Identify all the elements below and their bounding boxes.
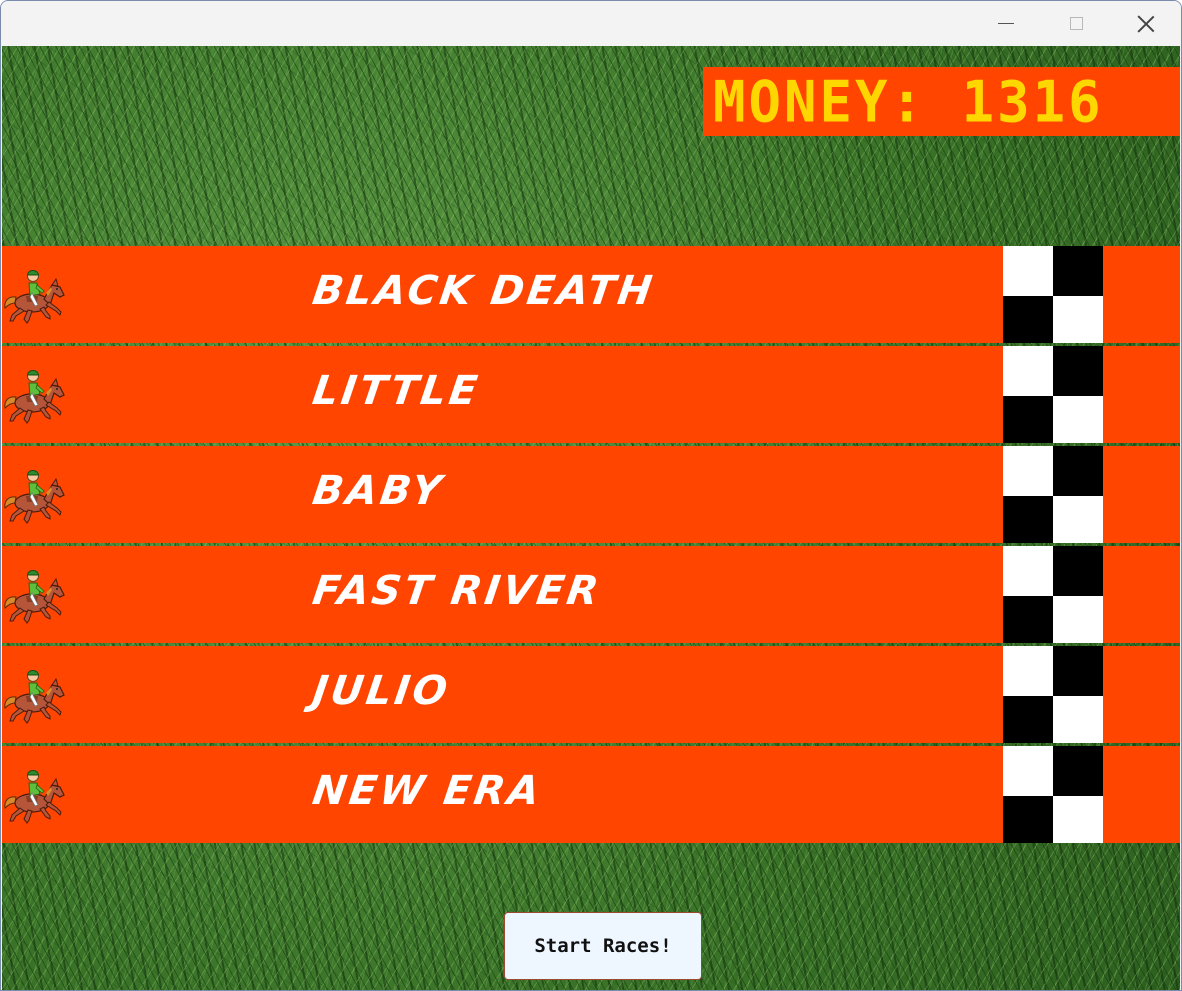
money-panel: MONEY: 1316 [703, 67, 1180, 136]
checker-square [1053, 396, 1103, 443]
checker-square [1003, 696, 1053, 743]
app-window: MONEY: 1316 BLACK DEATH LITTLE BABY FAST… [0, 0, 1182, 991]
checker-square [1053, 696, 1103, 743]
minimize-icon [998, 23, 1014, 24]
finish-line [1003, 746, 1103, 843]
horse-racing-icon [2, 263, 68, 329]
horse-name: LITTLE [309, 368, 483, 414]
checker-square [1003, 546, 1053, 596]
checker-square [1003, 646, 1053, 696]
checker-square [1053, 746, 1103, 796]
maximize-button[interactable] [1041, 1, 1111, 46]
grass-field: MONEY: 1316 BLACK DEATH LITTLE BABY FAST… [2, 46, 1180, 990]
race-lane: NEW ERA [2, 746, 1180, 843]
horse-racing-icon [2, 663, 68, 729]
checker-square [1053, 296, 1103, 343]
checker-square [1003, 746, 1053, 796]
maximize-icon [1069, 17, 1083, 30]
checker-square [1003, 596, 1053, 643]
finish-line [1003, 346, 1103, 443]
race-lane: BLACK DEATH [2, 246, 1180, 343]
horse-racing-icon [2, 363, 68, 429]
finish-line [1003, 646, 1103, 743]
horse-racing-icon [2, 563, 68, 629]
checker-square [1053, 346, 1103, 396]
race-lane: FAST RIVER [2, 546, 1180, 643]
horse-name: JULIO [309, 668, 453, 714]
checker-square [1003, 446, 1053, 496]
horse-name: BABY [309, 468, 447, 514]
checker-square [1053, 446, 1103, 496]
checker-square [1003, 496, 1053, 543]
checker-square [1003, 246, 1053, 296]
horse-racing-icon [2, 463, 68, 529]
checker-square [1003, 796, 1053, 843]
money-display: MONEY: 1316 [713, 68, 1104, 136]
horse-name: NEW ERA [309, 768, 546, 814]
checker-square [1003, 346, 1053, 396]
title-bar [1, 1, 1181, 46]
checker-square [1053, 496, 1103, 543]
horse-name: BLACK DEATH [309, 268, 658, 314]
checker-square [1053, 596, 1103, 643]
start-races-button[interactable]: Start Races! [504, 912, 702, 980]
race-lane: BABY [2, 446, 1180, 543]
finish-line [1003, 446, 1103, 543]
race-lane: JULIO [2, 646, 1180, 743]
checker-square [1053, 796, 1103, 843]
race-lane: LITTLE [2, 346, 1180, 443]
checker-square [1053, 546, 1103, 596]
checker-square [1053, 246, 1103, 296]
horse-name: FAST RIVER [309, 568, 605, 614]
minimize-button[interactable] [971, 1, 1041, 46]
checker-square [1003, 396, 1053, 443]
finish-line [1003, 546, 1103, 643]
close-button[interactable] [1111, 1, 1181, 46]
finish-line [1003, 246, 1103, 343]
checker-square [1003, 296, 1053, 343]
horse-racing-icon [2, 763, 68, 829]
checker-square [1053, 646, 1103, 696]
close-icon [1137, 15, 1155, 33]
